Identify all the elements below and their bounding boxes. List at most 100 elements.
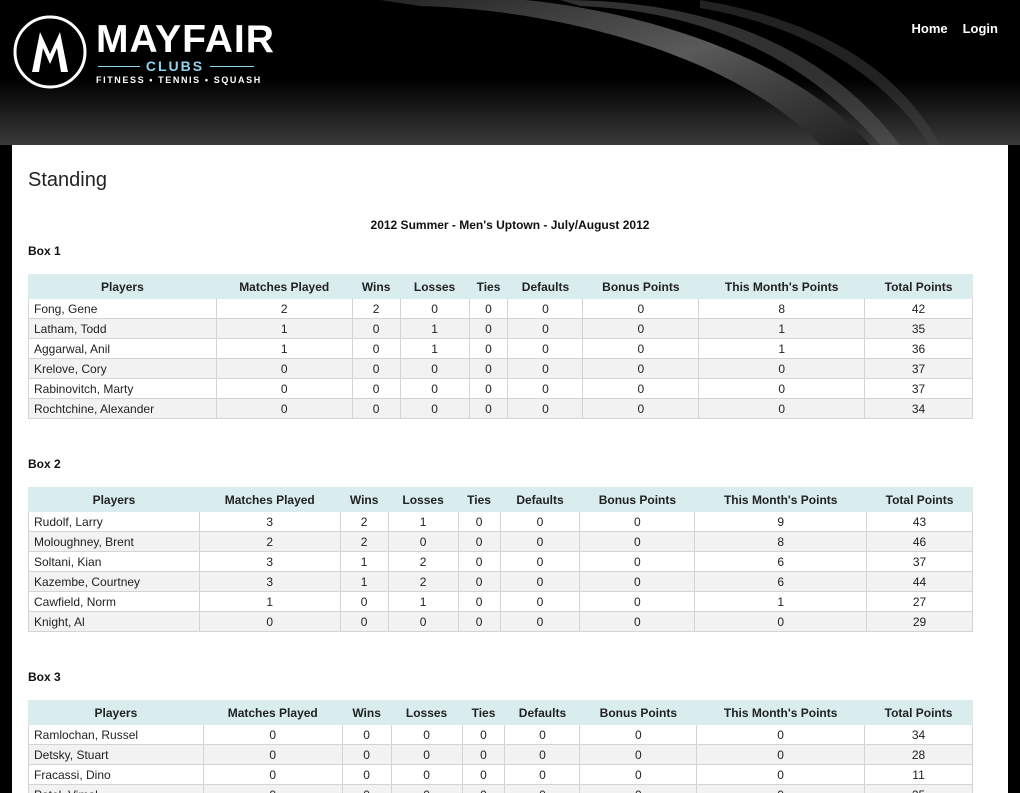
player-name: Latham, Todd bbox=[28, 318, 217, 339]
stat-cell: 6 bbox=[694, 551, 868, 572]
stat-cell: 0 bbox=[215, 358, 353, 379]
stat-cell: 0 bbox=[341, 724, 392, 745]
stat-cell: 2 bbox=[339, 531, 389, 552]
nav-login-link[interactable]: Login bbox=[963, 21, 998, 36]
brand-name: MAYFAIR bbox=[96, 18, 275, 61]
stat-cell: 0 bbox=[579, 764, 698, 785]
stat-cell: 0 bbox=[457, 531, 501, 552]
column-header: Total Points bbox=[866, 487, 973, 512]
player-name: Rochtchine, Alexander bbox=[28, 398, 217, 419]
stat-cell: 1 bbox=[399, 318, 470, 339]
stat-cell: 1 bbox=[339, 551, 389, 572]
stat-cell: 0 bbox=[202, 744, 343, 765]
stat-cell: 43 bbox=[866, 511, 973, 532]
stat-cell: 0 bbox=[582, 398, 700, 419]
stat-cell: 0 bbox=[387, 531, 459, 552]
stat-cell: 8 bbox=[694, 531, 868, 552]
stat-cell: 0 bbox=[339, 611, 389, 632]
column-header: Bonus Points bbox=[579, 487, 696, 512]
stat-cell: 0 bbox=[698, 358, 866, 379]
column-header: Wins bbox=[339, 487, 389, 512]
stat-cell: 0 bbox=[499, 551, 581, 572]
stat-cell: 0 bbox=[198, 611, 341, 632]
column-header: Losses bbox=[390, 700, 463, 725]
stat-cell: 0 bbox=[351, 358, 401, 379]
stat-cell: 0 bbox=[507, 298, 584, 319]
column-header: Players bbox=[28, 274, 217, 299]
stat-cell: 2 bbox=[198, 531, 341, 552]
stat-cell: 35 bbox=[864, 318, 973, 339]
stat-cell: 36 bbox=[864, 338, 973, 359]
stat-cell: 1 bbox=[698, 318, 866, 339]
column-header: Defaults bbox=[499, 487, 581, 512]
stat-cell: 0 bbox=[582, 318, 700, 339]
column-header: Matches Played bbox=[215, 274, 353, 299]
column-header: Matches Played bbox=[202, 700, 343, 725]
stat-cell: 1 bbox=[387, 511, 459, 532]
stat-cell: 0 bbox=[461, 744, 506, 765]
stat-cell: 0 bbox=[202, 784, 343, 793]
player-name: Knight, Al bbox=[28, 611, 200, 632]
stat-cell: 0 bbox=[341, 784, 392, 793]
stat-cell: 0 bbox=[461, 724, 506, 745]
nav-home-link[interactable]: Home bbox=[911, 21, 947, 36]
stat-cell: 0 bbox=[579, 551, 696, 572]
stat-cell: 0 bbox=[499, 571, 581, 592]
stat-cell: 0 bbox=[457, 571, 501, 592]
table-row: Ramlochan, Russel 0 0 0 0 0 0 0 34 bbox=[28, 724, 973, 745]
stat-cell: 0 bbox=[399, 358, 470, 379]
column-header: This Month's Points bbox=[694, 487, 868, 512]
player-name: Fong, Gene bbox=[28, 298, 217, 319]
stat-cell: 0 bbox=[696, 744, 866, 765]
table-row: Fracassi, Dino 0 0 0 0 0 0 0 11 bbox=[28, 764, 973, 785]
stat-cell: 0 bbox=[504, 724, 581, 745]
boxes-container: Box 1 Players Matches Played Wins Losses Ties… bbox=[28, 244, 992, 793]
stat-cell: 0 bbox=[390, 784, 463, 793]
player-name: Fracassi, Dino bbox=[28, 764, 204, 785]
stat-cell: 0 bbox=[504, 744, 581, 765]
column-header: Losses bbox=[387, 487, 459, 512]
column-header: Losses bbox=[399, 274, 470, 299]
stat-cell: 0 bbox=[694, 611, 868, 632]
table-row: Detsky, Stuart 0 0 0 0 0 0 0 28 bbox=[28, 744, 973, 765]
brand-tagline: FITNESS • TENNIS • SQUASH bbox=[96, 75, 262, 85]
column-header: Defaults bbox=[507, 274, 584, 299]
stat-cell: 0 bbox=[579, 744, 698, 765]
stat-cell: 0 bbox=[461, 764, 506, 785]
stat-cell: 2 bbox=[215, 298, 353, 319]
stat-cell: 8 bbox=[698, 298, 866, 319]
standings-table: Players Matches Played Wins Losses Ties Defau… bbox=[28, 700, 973, 793]
stat-cell: 46 bbox=[866, 531, 973, 552]
stat-cell: 3 bbox=[198, 571, 341, 592]
stat-cell: 0 bbox=[339, 591, 389, 612]
stat-cell: 37 bbox=[866, 551, 973, 572]
stat-cell: 0 bbox=[351, 318, 401, 339]
stat-cell: 29 bbox=[866, 611, 973, 632]
stat-cell: 0 bbox=[579, 724, 698, 745]
stat-cell: 6 bbox=[694, 571, 868, 592]
stat-cell: 0 bbox=[387, 611, 459, 632]
stat-cell: 0 bbox=[499, 531, 581, 552]
column-header: Wins bbox=[351, 274, 401, 299]
stat-cell: 0 bbox=[351, 398, 401, 419]
player-name: Krelove, Cory bbox=[28, 358, 217, 379]
column-header: Ties bbox=[468, 274, 509, 299]
player-name: Cawfield, Norm bbox=[28, 591, 200, 612]
stat-cell: 37 bbox=[864, 378, 973, 399]
stat-cell: 0 bbox=[579, 784, 698, 793]
stat-cell: 34 bbox=[864, 398, 973, 419]
stat-cell: 0 bbox=[457, 611, 501, 632]
stat-cell: 0 bbox=[468, 398, 509, 419]
stat-cell: 1 bbox=[399, 338, 470, 359]
stat-cell: 0 bbox=[696, 724, 866, 745]
stat-cell: 9 bbox=[694, 511, 868, 532]
stat-cell: 27 bbox=[866, 591, 973, 612]
stat-cell: 0 bbox=[504, 764, 581, 785]
box-title: Box 3 bbox=[28, 670, 61, 684]
stat-cell: 1 bbox=[198, 591, 341, 612]
table-row: Patel, Vimal000000025 bbox=[28, 784, 973, 793]
stat-cell: 42 bbox=[864, 298, 973, 319]
stat-cell: 0 bbox=[341, 744, 392, 765]
mayfair-logo[interactable]: MAYFAIR CLUBS FITNESS • TENNIS • SQUASH bbox=[12, 14, 274, 90]
stat-cell: 0 bbox=[579, 531, 696, 552]
